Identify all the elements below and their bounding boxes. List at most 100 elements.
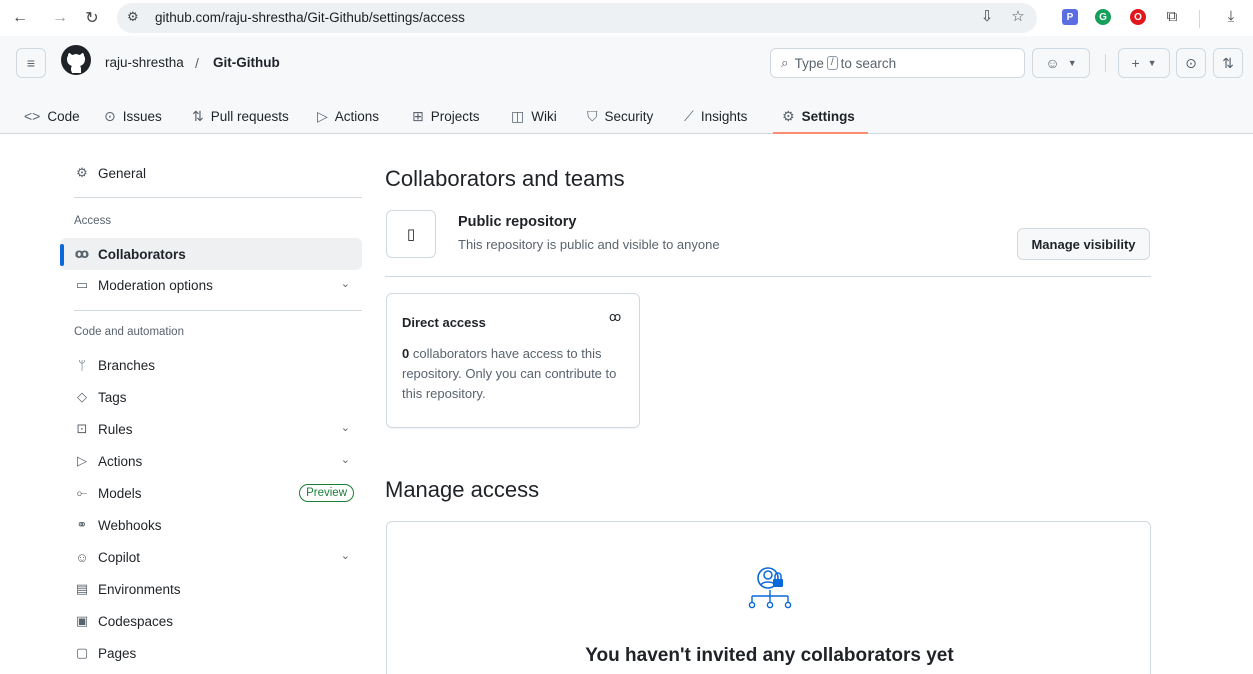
gear-icon: ⚙ [782,107,795,124]
reload-icon[interactable]: ↻ [82,8,102,28]
breadcrumb-repo[interactable]: Git-Github [213,55,280,70]
sidebar-item-branches[interactable]: ᛘ Branches [60,349,362,381]
manage-access-title: Manage access [385,477,540,502]
sidebar-item-rules[interactable]: ⊡ Rules ⌄ [60,413,362,445]
extensions-puzzle-icon[interactable]: ⧉ [1163,7,1181,25]
copilot-icon: ☺ [75,549,89,565]
install-app-icon[interactable]: ⇩ [978,7,996,25]
sidebar-heading-access: Access [74,215,112,227]
comment-discussion-icon: ▭ [75,277,89,292]
sidebar-item-pages[interactable]: ▢ Pages [60,637,362,669]
tab-projects[interactable]: ⊞ Projects [412,98,480,134]
chevron-down-icon: ▼ [1147,58,1157,68]
search-prefix: Type [794,55,824,71]
sidebar-item-models[interactable]: ⟜ Models Preview [60,477,362,509]
browser-toolbar: ← → ↻ ⚙ github.com/raju-shrestha/Git-Git… [0,0,1253,36]
direct-access-text: 0 collaborators have access to this repo… [402,346,617,401]
server-icon: ▤ [75,581,89,596]
download-icon[interactable]: ⤓ [1222,7,1240,25]
page-title: Collaborators and teams [385,166,625,191]
tab-settings[interactable]: ⚙ Settings [782,98,855,134]
repo-visibility-icon-box: ▯ [386,210,436,258]
graph-icon: ⟋ [684,107,694,124]
play-icon: ▷ [77,453,87,468]
sidebar-item-environments[interactable]: ▤ Environments [60,573,362,605]
chevron-down-icon: ▼ [1067,58,1077,68]
sidebar-item-copilot[interactable]: ☺ Copilot ⌄ [60,541,362,573]
empty-state-message: You haven't invited any collaborators ye… [585,645,954,666]
tab-code[interactable]: <> Code [24,98,80,134]
visibility-description: This repository is public and visible to… [458,237,720,252]
github-header: ≡ raju-shrestha / Git-Github ⌕ Type / to… [0,36,1253,134]
search-input[interactable]: ⌕ Type / to search [770,48,1025,78]
issue-circle-icon: ⊙ [1185,54,1197,71]
divider [1199,10,1200,28]
chevron-down-icon: ⌄ [340,550,350,562]
webhook-icon: ⚭ [76,517,88,532]
search-suffix: to search [840,55,897,71]
extension-p-icon[interactable]: P [1062,9,1078,25]
repo-tabs: <> Code ⊙ Issues ⇅ Pull requests ▷ Actions ⊞… [0,98,1253,134]
tab-issues[interactable]: ⊙ Issues [104,98,162,134]
models-icon: ⟜ [76,485,88,500]
direct-access-title: Direct access [402,315,486,330]
tab-actions[interactable]: ▷ Actions [317,98,379,134]
divider [1105,54,1106,72]
chevron-down-icon: ⌄ [340,422,350,434]
issues-button[interactable]: ⊙ [1176,48,1206,78]
play-icon: ▷ [317,107,328,124]
manage-access-empty-state: You haven't invited any collaborators ye… [386,521,1151,674]
breadcrumb-owner[interactable]: raju-shrestha [105,55,184,70]
sidebar-divider [74,197,362,198]
forward-icon[interactable]: → [50,8,70,28]
pull-request-icon: ⇅ [192,107,204,124]
bookmark-star-icon[interactable]: ☆ [1009,7,1027,25]
address-bar[interactable]: ⚙ github.com/raju-shrestha/Git-Github/se… [117,3,1037,33]
menu-icon: ≡ [26,55,36,71]
extension-o-icon[interactable]: O [1130,9,1146,25]
hamburger-menu-button[interactable]: ≡ [16,48,46,78]
copilot-icon: ☺ [1045,55,1060,71]
pull-requests-button[interactable]: ⇅ [1213,48,1243,78]
active-indicator [60,244,64,266]
sidebar-item-collaborators[interactable]: ꝏ Collaborators [60,238,362,270]
issue-icon: ⊙ [104,107,116,124]
sidebar-item-codespaces[interactable]: ▣ Codespaces [60,605,362,637]
direct-access-card: Direct access ꝏ 0 collaborators have acc… [386,293,640,428]
pull-request-icon: ⇅ [1222,54,1234,71]
chevron-down-icon: ⌄ [340,278,350,290]
collaborator-count: 0 [402,346,410,361]
sidebar-item-general[interactable]: ⚙ General [60,157,362,189]
sidebar-item-actions[interactable]: ▷ Actions ⌄ [60,445,362,477]
plus-icon: + [1131,55,1140,71]
back-icon[interactable]: ← [10,8,30,28]
branch-icon: ᛘ [78,357,86,373]
chevron-down-icon: ⌄ [340,454,350,466]
code-icon: <> [24,108,41,124]
table-icon: ⊞ [412,107,424,124]
sidebar-item-moderation[interactable]: ▭ Moderation options ⌄ [60,269,362,301]
codespaces-icon: ▣ [75,613,89,628]
github-logo-icon[interactable] [60,44,92,76]
tab-security[interactable]: ⛉ Security [587,98,653,134]
rules-icon: ⊡ [76,421,88,436]
section-divider [385,276,1151,277]
url-text: github.com/raju-shrestha/Git-Github/sett… [155,10,465,25]
create-new-button[interactable]: + ▼ [1118,48,1170,78]
site-info-icon[interactable]: ⚙ [127,9,139,25]
tab-pull-requests[interactable]: ⇅ Pull requests [192,98,289,134]
repo-icon: ▯ [406,226,416,243]
manage-visibility-button[interactable]: Manage visibility [1017,228,1150,260]
sidebar-item-tags[interactable]: ◇ Tags [60,381,362,413]
tab-wiki[interactable]: ◫ Wiki [511,98,557,134]
visibility-title: Public repository [458,214,577,230]
preview-badge: Preview [299,484,354,502]
sidebar-item-webhooks[interactable]: ⚭ Webhooks [60,509,362,541]
tag-icon: ◇ [77,389,87,404]
tab-insights[interactable]: ⟋ Insights [684,98,747,134]
copilot-menu-button[interactable]: ☺ ▼ [1032,48,1090,78]
extension-g-icon[interactable]: G [1095,9,1111,25]
breadcrumb-separator: / [195,55,199,71]
book-icon: ◫ [511,107,525,124]
selected-tab-underline [773,132,868,134]
